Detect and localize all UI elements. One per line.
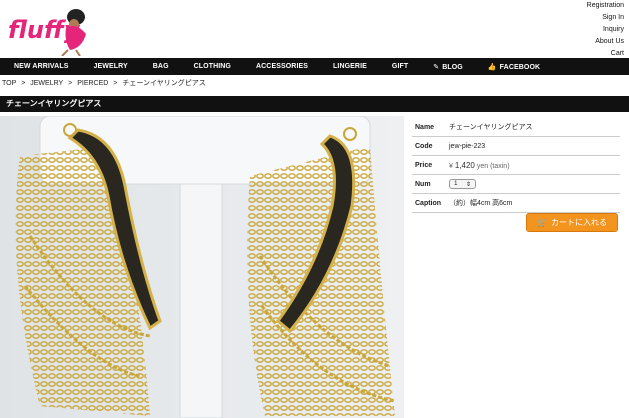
- nav-new-arrivals[interactable]: NEW ARRIVALS: [14, 63, 68, 70]
- spec-row-name: Name チェーンイヤリングピアス: [412, 118, 620, 137]
- stepper-arrows-icon: ⇕: [465, 181, 471, 188]
- nav-label: LINGERIE: [333, 63, 367, 70]
- quantity-cell: 1 ⇕: [446, 179, 476, 189]
- cart-icon: 🛒: [537, 218, 547, 227]
- nav-accessories[interactable]: ACCESSORIES: [256, 63, 308, 70]
- earrings-illustration: [0, 116, 404, 418]
- spec-row-price: Price ¥ 1,420 yen (taxin): [412, 156, 620, 175]
- spec-label: Num: [415, 180, 431, 188]
- price-symbol: ¥: [449, 162, 453, 170]
- price-suffix: yen (taxin): [476, 162, 510, 170]
- nav-label: ACCESSORIES: [255, 63, 309, 70]
- nav-label: NEW ARRIVALS: [14, 63, 69, 70]
- product-price: ¥ 1,420 yen (taxin): [446, 161, 510, 170]
- product-name: チェーンイヤリングピアス: [449, 124, 533, 131]
- nav-clothing[interactable]: CLOTHING: [194, 63, 231, 70]
- spec-row-num: Num 1 ⇕: [412, 175, 620, 194]
- crumb-sep: >: [113, 80, 118, 87]
- nav-label: GIFT: [391, 63, 409, 70]
- main-nav: NEW ARRIVALS JEWELRY BAG CLOTHING ACCESS…: [0, 58, 629, 75]
- nav-label: BAG: [152, 63, 169, 70]
- product-code: jew-pie-223: [449, 142, 486, 150]
- quantity-value: 1: [454, 181, 458, 187]
- spec-row-code: Code jew-pie-223: [412, 137, 620, 156]
- crumb-jewelry[interactable]: JEWELRY: [30, 80, 63, 87]
- header-links: Registration Sign In Inquiry About Us Ca…: [587, 0, 624, 60]
- pencil-icon: ✎: [433, 63, 440, 71]
- crumb-pierced[interactable]: PIERCED: [77, 80, 108, 87]
- add-to-cart-button[interactable]: 🛒 カートに入れる: [526, 213, 618, 232]
- quantity-select[interactable]: 1 ⇕: [449, 179, 476, 189]
- product-title-bar: チェーンイヤリングピアス: [0, 96, 629, 112]
- nav-label: FACEBOOK: [499, 63, 541, 71]
- add-to-cart-label: カートに入れる: [550, 218, 607, 227]
- breadcrumb: TOP > JEWELRY > PIERCED > チェーンイヤリングピアス: [2, 78, 209, 88]
- site-logo[interactable]: fluffy: [6, 4, 90, 57]
- spec-label: Name: [415, 123, 435, 131]
- crumb-sep: >: [21, 80, 26, 87]
- product-photo: [0, 116, 404, 418]
- nav-lingerie[interactable]: LINGERIE: [333, 63, 367, 70]
- crumb-top[interactable]: TOP: [2, 80, 16, 87]
- nav-blog[interactable]: ✎ BLOG: [433, 63, 463, 71]
- thumbs-up-icon: 👍: [487, 63, 497, 71]
- inquiry-link[interactable]: Inquiry: [587, 24, 624, 36]
- nav-jewelry[interactable]: JEWELRY: [93, 63, 127, 70]
- nav-gift[interactable]: GIFT: [392, 63, 408, 70]
- crumb-sep: >: [68, 80, 73, 87]
- price-value: 1,420: [454, 160, 475, 170]
- fluffy-logo-graphic: fluffy: [8, 9, 86, 57]
- product-specs: Name チェーンイヤリングピアス Code jew-pie-223 Price…: [412, 118, 620, 213]
- registration-link[interactable]: Registration: [587, 0, 624, 12]
- sign-in-link[interactable]: Sign In: [587, 12, 624, 24]
- spec-label: Code: [415, 142, 433, 150]
- nav-label: JEWELRY: [93, 63, 128, 70]
- about-us-link[interactable]: About Us: [587, 36, 624, 48]
- nav-bag[interactable]: BAG: [153, 63, 169, 70]
- crumb-current: チェーンイヤリングピアス: [122, 80, 206, 87]
- spec-row-caption: Caption （約）幅4cm 高6cm: [412, 194, 620, 213]
- nav-facebook[interactable]: 👍 FACEBOOK: [488, 63, 540, 71]
- product-caption: （約）幅4cm 高6cm: [449, 200, 513, 207]
- spec-label: Price: [415, 161, 433, 169]
- nav-label: CLOTHING: [193, 63, 231, 70]
- spec-label: Caption: [415, 199, 442, 207]
- nav-label: BLOG: [442, 63, 463, 71]
